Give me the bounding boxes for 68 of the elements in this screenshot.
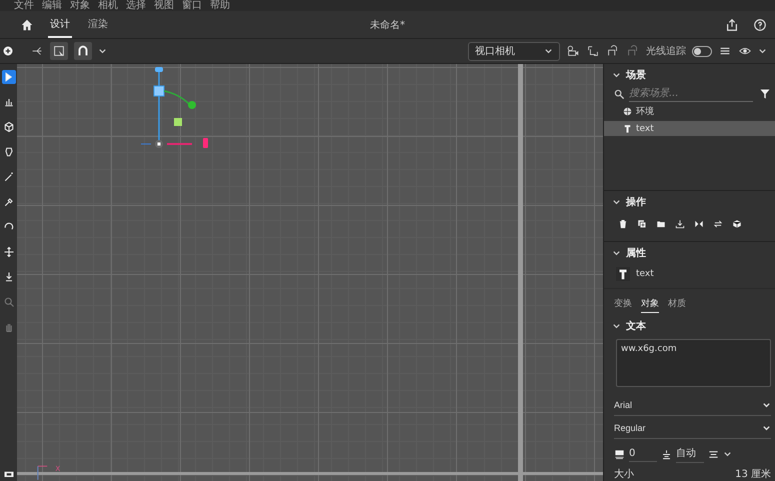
magnet-icon[interactable] <box>74 42 92 60</box>
download-icon[interactable] <box>675 219 685 229</box>
menu-item[interactable]: 相机 <box>98 0 118 11</box>
select-tool-icon[interactable] <box>2 70 16 84</box>
add-icon[interactable] <box>2 45 14 57</box>
chevron-icon <box>762 424 771 432</box>
axis-indicator-icon <box>37 465 48 481</box>
menu-item[interactable]: 编辑 <box>42 0 62 11</box>
text-input-field[interactable]: ww.x6g.com <box>616 339 771 387</box>
chevron-icon <box>762 400 771 410</box>
search-icon <box>614 88 625 100</box>
menu-item[interactable]: 视图 <box>154 0 174 11</box>
rotate-icon[interactable] <box>606 44 620 58</box>
object-name: text <box>636 269 654 279</box>
filter-icon[interactable] <box>759 88 771 100</box>
font-dropdown[interactable]: Arial <box>614 393 771 416</box>
document-title: 未命名* <box>369 18 406 32</box>
menu-item[interactable]: 对象 <box>70 0 90 11</box>
swap-icon[interactable] <box>713 219 723 229</box>
property-tab[interactable]: 变换 <box>614 297 632 313</box>
globe-icon <box>622 106 633 117</box>
cube-tool-icon[interactable] <box>2 120 16 134</box>
duplicate-icon[interactable] <box>637 219 647 229</box>
section-title: 操作 <box>626 196 646 209</box>
folder-icon[interactable] <box>656 219 666 229</box>
size-value[interactable]: 13 厘米 <box>735 467 771 481</box>
align-icon[interactable] <box>708 449 719 460</box>
text-object-icon <box>616 267 630 281</box>
collapse-icon[interactable] <box>612 198 621 206</box>
delete-icon[interactable] <box>618 219 628 229</box>
tracking-icon <box>614 449 625 460</box>
leading-field[interactable]: 自动 <box>676 446 704 463</box>
scene-tree-item[interactable]: text <box>604 121 775 136</box>
help-icon[interactable] <box>753 18 767 32</box>
section-title: 属性 <box>626 246 646 260</box>
section-title: 文本 <box>626 320 646 333</box>
property-tab[interactable]: 对象 <box>641 297 659 313</box>
collapse-icon[interactable] <box>612 248 621 258</box>
size-label: 大小 <box>614 468 634 481</box>
bounds-icon[interactable] <box>586 44 600 58</box>
chevron-icon[interactable] <box>758 46 767 56</box>
chevron-icon[interactable] <box>98 46 107 56</box>
font-style-dropdown[interactable]: Regular <box>614 416 771 439</box>
tracking-field[interactable]: 0 <box>629 448 657 462</box>
menu-item[interactable]: 选择 <box>126 0 146 11</box>
leading-icon <box>661 449 672 460</box>
mode-tab[interactable]: 设计 <box>48 12 72 38</box>
share-icon[interactable] <box>725 18 739 32</box>
section-title: 场景 <box>626 68 646 82</box>
chevron-icon <box>544 46 553 56</box>
cube-icon[interactable] <box>732 219 742 229</box>
collapse-icon[interactable] <box>612 70 621 80</box>
frame-icon[interactable] <box>50 42 68 60</box>
scene-tree-item[interactable]: 环境 <box>604 103 775 120</box>
text-object-icon <box>622 123 633 134</box>
property-tab[interactable]: 材质 <box>668 297 686 313</box>
move-tool-icon[interactable] <box>2 245 16 259</box>
ray-tracing-toggle[interactable] <box>692 46 712 56</box>
ray-tracing-label: 光线追踪 <box>646 44 686 58</box>
mirror-icon[interactable] <box>694 219 704 229</box>
chevron-icon[interactable] <box>723 450 732 459</box>
menu-item[interactable]: 帮助 <box>210 0 230 11</box>
home-icon[interactable] <box>20 18 34 32</box>
camera-dropdown[interactable]: 视口相机 <box>468 42 560 60</box>
collapse-icon[interactable] <box>612 322 621 330</box>
search-field[interactable]: 搜索场景... <box>629 86 753 102</box>
mode-tab[interactable]: 渲染 <box>86 12 110 38</box>
camera-icon[interactable] <box>566 44 580 58</box>
